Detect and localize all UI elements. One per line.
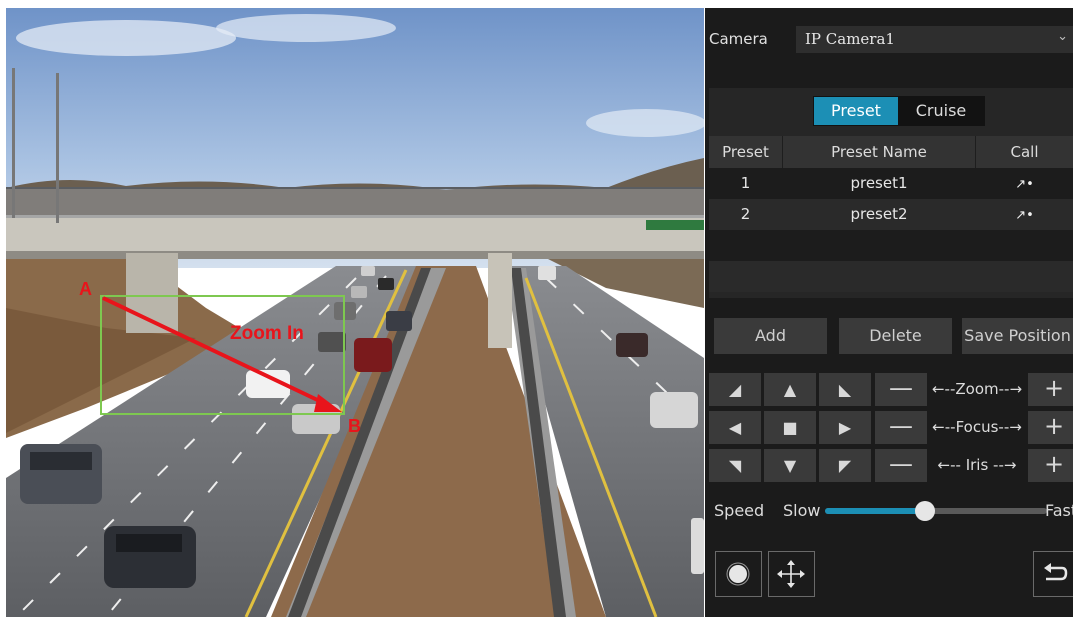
zoom-label: ←--Zoom--→	[931, 380, 1023, 398]
save-position-button[interactable]: Save Position	[962, 318, 1073, 354]
tab-preset[interactable]: Preset	[814, 97, 898, 125]
empty-table-row	[709, 230, 1073, 261]
camera-selector-row: Camera IP Camera1 ⌄	[705, 24, 1073, 54]
stop-button[interactable]: ■	[764, 411, 816, 444]
column-header-call: Call	[1010, 143, 1039, 161]
chevron-down-icon: ⌄	[1057, 29, 1068, 44]
pan-up-left-button[interactable]: ◢	[709, 373, 761, 406]
move-panel-button[interactable]	[768, 551, 815, 597]
speed-fast-label: Fast	[1045, 501, 1073, 520]
move-arrows-icon	[777, 560, 805, 588]
preset-table-header: Preset Preset Name Call	[709, 136, 1073, 168]
pan-left-button[interactable]: ◀	[709, 411, 761, 444]
call-preset-icon[interactable]: ↗•	[976, 199, 1073, 230]
zoom-out-button[interactable]: —	[875, 373, 927, 406]
zoom-in-button[interactable]: +	[1028, 373, 1073, 406]
pan-down-left-button[interactable]: ◥	[709, 449, 761, 482]
ptz-control-screen: A B Zoom In Camera IP Camera1 ⌄ Preset C…	[0, 0, 1073, 617]
preset-cruise-box: Preset Cruise Preset Preset Name Call 1 …	[709, 88, 1073, 298]
speed-slider[interactable]	[825, 501, 1047, 521]
iris-open-button[interactable]: +	[1028, 449, 1073, 482]
table-row[interactable]: 2 preset2 ↗•	[709, 199, 1073, 230]
speed-label: Speed	[714, 501, 765, 520]
tilt-up-button[interactable]: ▲	[764, 373, 816, 406]
ptz-control-panel: Camera IP Camera1 ⌄ Preset Cruise Preset…	[705, 8, 1073, 617]
record-icon	[726, 562, 750, 586]
focus-label: ←--Focus--→	[932, 418, 1022, 436]
delete-preset-button[interactable]: Delete	[839, 318, 952, 354]
highway-scene	[6, 8, 704, 617]
preset-number: 1	[740, 174, 751, 192]
pan-up-right-button[interactable]: ◣	[819, 373, 871, 406]
preset-number: 2	[740, 205, 751, 223]
column-header-preset-name: Preset Name	[782, 136, 976, 168]
pan-right-button[interactable]: ▶	[819, 411, 871, 444]
tab-cruise[interactable]: Cruise	[898, 97, 984, 125]
speed-slow-label: Slow	[783, 501, 821, 520]
empty-table-row	[709, 261, 1073, 292]
camera-dropdown-value: IP Camera1	[805, 30, 895, 48]
iris-close-button[interactable]: —	[875, 449, 927, 482]
preset-name: preset2	[850, 205, 908, 223]
call-preset-icon[interactable]: ↗•	[976, 168, 1073, 199]
camera-dropdown[interactable]: IP Camera1 ⌄	[796, 26, 1073, 53]
focus-far-button[interactable]: +	[1028, 411, 1073, 444]
speed-slider-thumb[interactable]	[914, 501, 935, 521]
add-preset-button[interactable]: Add	[714, 318, 827, 354]
record-button[interactable]	[715, 551, 762, 597]
back-button[interactable]	[1033, 551, 1073, 597]
tilt-down-button[interactable]: ▼	[764, 449, 816, 482]
annotation-point-b: B	[348, 416, 361, 436]
annotation-zoom-in-label: Zoom In	[230, 323, 304, 344]
column-header-preset: Preset	[722, 143, 769, 161]
preset-cruise-tabs: Preset Cruise	[813, 96, 985, 126]
table-row[interactable]: 1 preset1 ↗•	[709, 168, 1073, 199]
return-arrow-icon	[1044, 563, 1068, 581]
pan-down-right-button[interactable]: ◤	[819, 449, 871, 482]
preset-name: preset1	[850, 174, 908, 192]
camera-label: Camera	[709, 30, 768, 48]
iris-label: ←-- Iris --→	[937, 456, 1017, 474]
speed-slider-fill	[825, 508, 925, 514]
annotation-point-a: A	[79, 279, 92, 299]
focus-near-button[interactable]: —	[875, 411, 927, 444]
live-video-feed[interactable]: A B Zoom In	[6, 8, 704, 617]
